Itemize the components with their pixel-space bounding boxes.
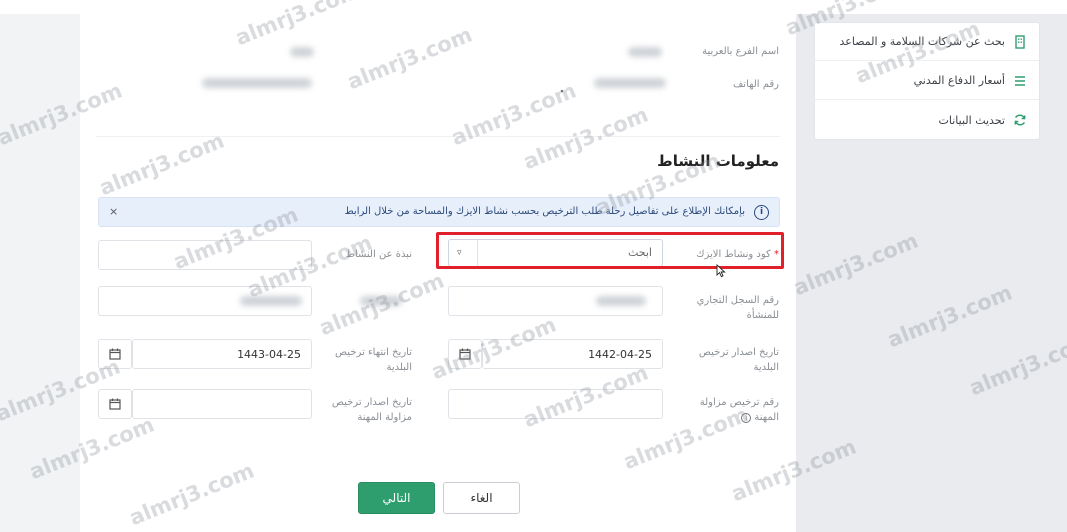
activity-brief-label: نبذة عن النشاط — [345, 249, 412, 260]
refresh-icon — [1013, 113, 1027, 127]
sidebar-item-label: تحديث البيانات — [938, 113, 1005, 127]
branch-value-blurred — [290, 47, 314, 57]
arabic-name-value-blurred — [628, 47, 662, 57]
list-icon — [1013, 74, 1027, 88]
watermark: almrj3.com — [790, 228, 922, 301]
phone-value-blurred — [594, 78, 666, 88]
calendar-icon — [109, 348, 121, 360]
calendar-icon — [459, 348, 471, 360]
practice-license-label: رقم ترخيص مزاولة المهنة i — [679, 395, 779, 425]
municipal-expiry-date-input[interactable]: 1443-04-25 — [132, 339, 312, 369]
municipal-issue-date-label: تاريخ اصدار ترخيص البلدية — [698, 347, 779, 373]
section-title: معلومات النشاط — [657, 152, 779, 170]
practice-issue-date-input[interactable] — [132, 389, 312, 419]
sidebar-item-search-safety-companies[interactable]: بحث عن شركات السلامة و المصاعد — [815, 23, 1039, 61]
activity-brief-input[interactable] — [98, 240, 312, 270]
commercial-register-blurred — [596, 296, 646, 306]
commercial-register-label: رقم السجل التجاري للمنشأة — [696, 295, 779, 321]
municipal-issue-date-input[interactable]: 1442-04-25 — [482, 339, 663, 369]
calendar-button-practice[interactable] — [98, 389, 132, 419]
sidebar-item-label: بحث عن شركات السلامة و المصاعد — [839, 35, 1006, 48]
sidebar-item-civil-defense-prices[interactable]: أسعار الدفاع المدني — [815, 62, 1039, 100]
page-background-left — [0, 14, 80, 532]
municipal-expiry-date-label: تاريخ انتهاء ترخيص البلدية — [335, 347, 412, 373]
practice-license-label-text: رقم ترخيص مزاولة المهنة — [699, 397, 779, 423]
building-icon — [1013, 34, 1027, 49]
watermark: almrj3.com — [884, 280, 1016, 353]
calendar-button-expiry[interactable] — [98, 339, 132, 369]
secondary-label-blurred — [360, 296, 402, 306]
phone-value-2-blurred — [202, 78, 312, 88]
info-circle-icon: i — [741, 413, 752, 423]
sidebar-panel: بحث عن شركات السلامة و المصاعد أسعار الد… — [814, 22, 1040, 140]
red-highlight-box — [436, 232, 784, 269]
cancel-button[interactable]: الغاء — [443, 482, 520, 514]
info-icon: i — [754, 205, 769, 220]
watermark: almrj3.com — [966, 328, 1067, 401]
sidebar-item-refresh-data[interactable]: تحديث البيانات — [815, 101, 1039, 139]
practice-license-input[interactable] — [448, 389, 663, 419]
stray-dot — [561, 90, 563, 92]
close-icon[interactable]: × — [109, 205, 118, 218]
practice-issue-date-label: تاريخ اصدار ترخيص مزاولة المهنة — [331, 397, 412, 423]
info-alert-text: بإمكانك الإطلاع على تفاصيل رحلة طلب التر… — [344, 206, 745, 217]
info-alert: i بإمكانك الإطلاع على تفاصيل رحلة طلب ال… — [98, 197, 780, 227]
calendar-icon — [109, 398, 121, 410]
secondary-info-blurred — [240, 296, 302, 306]
next-button[interactable]: التالي — [358, 482, 435, 514]
calendar-button-issue[interactable] — [448, 339, 482, 369]
section-divider — [96, 136, 780, 137]
top-bar — [0, 0, 1067, 14]
mouse-cursor-icon — [716, 264, 726, 278]
sidebar-item-label: أسعار الدفاع المدني — [913, 74, 1005, 87]
